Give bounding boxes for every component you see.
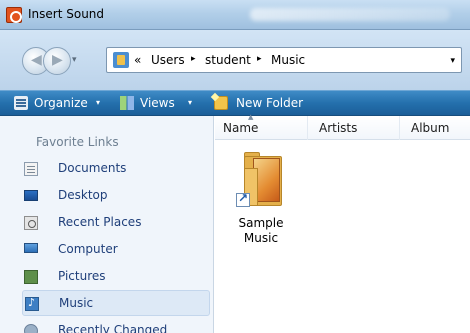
command-toolbar: Organize ▾ Views ▾ New Folder (0, 90, 470, 116)
back-arrow-icon: ◀ (31, 52, 42, 68)
shortcut-arrow-icon (236, 191, 250, 207)
breadcrumb-music[interactable]: Music (271, 53, 305, 67)
file-label-line: Sample (238, 216, 284, 230)
recent-places-icon (24, 216, 38, 230)
file-label-line: Music (243, 231, 279, 245)
insert-sound-icon (6, 7, 22, 23)
views-dropdown-icon[interactable]: ▾ (188, 98, 192, 107)
forward-button[interactable]: ▶ (43, 47, 71, 75)
pictures-icon (24, 270, 38, 284)
address-bar[interactable]: « Users ▸ student ▸ Music ▾ (106, 47, 462, 73)
desktop-icon (24, 190, 38, 201)
navigation-pane: Favorite Links Documents Desktop Recent … (0, 116, 214, 333)
recent-pages-dropdown[interactable]: ▾ (72, 55, 77, 65)
new-folder-button[interactable]: New Folder (236, 96, 303, 112)
organize-button[interactable]: Organize (34, 96, 88, 112)
address-dropdown-icon[interactable]: ▾ (450, 56, 455, 66)
organize-dropdown-icon[interactable]: ▾ (96, 98, 100, 107)
music-icon (25, 296, 39, 311)
window-title: Insert Sound (28, 7, 105, 21)
nav-item-label: Pictures (58, 269, 106, 283)
sample-music-label[interactable]: Sample Music (230, 216, 292, 246)
nav-item-pictures[interactable]: Pictures (22, 264, 210, 290)
file-list-area (466, 140, 470, 333)
nav-item-label: Desktop (58, 188, 108, 202)
nav-item-music[interactable]: Music (22, 290, 210, 316)
address-overflow-chevron[interactable]: « (134, 53, 141, 67)
column-header-bar: Name ▲ Artists Album (215, 113, 470, 140)
nav-item-label: Recent Places (58, 215, 142, 229)
title-bar: Insert Sound (0, 0, 470, 30)
column-header-artists[interactable]: Artists (319, 121, 357, 135)
documents-icon (24, 162, 38, 176)
nav-item-desktop[interactable]: Desktop (22, 183, 210, 209)
column-divider[interactable] (307, 116, 308, 140)
breadcrumb-separator-icon[interactable]: ▸ (191, 54, 196, 64)
computer-icon (24, 243, 38, 253)
nav-item-recent-places[interactable]: Recent Places (22, 210, 210, 236)
nav-item-label: Computer (58, 242, 118, 256)
nav-item-recently-changed[interactable]: Recently Changed (22, 318, 210, 333)
nav-item-documents[interactable]: Documents (22, 156, 210, 182)
breadcrumb-users[interactable]: Users (151, 53, 185, 67)
breadcrumb-separator-icon[interactable]: ▸ (257, 54, 262, 64)
column-header-name[interactable]: Name (223, 121, 258, 135)
breadcrumb-student[interactable]: student (205, 53, 251, 67)
column-header-album[interactable]: Album (411, 121, 449, 135)
music-folder-icon (113, 52, 129, 68)
nav-item-label: Music (59, 296, 94, 310)
nav-item-computer[interactable]: Computer (22, 237, 210, 263)
nav-item-label: Recently Changed (58, 323, 168, 333)
views-button[interactable]: Views (140, 96, 175, 112)
column-divider[interactable] (399, 116, 400, 140)
sample-music-item[interactable] (236, 150, 288, 208)
views-icon (120, 96, 134, 110)
new-folder-icon (214, 96, 228, 110)
recently-changed-icon (24, 324, 38, 333)
favorite-links-heading: Favorite Links (36, 135, 119, 149)
forward-arrow-icon: ▶ (52, 52, 63, 68)
organize-icon (14, 96, 28, 110)
nav-item-label: Documents (58, 161, 127, 175)
sort-ascending-icon: ▲ (248, 113, 254, 121)
title-bar-blurred-background (250, 8, 450, 21)
